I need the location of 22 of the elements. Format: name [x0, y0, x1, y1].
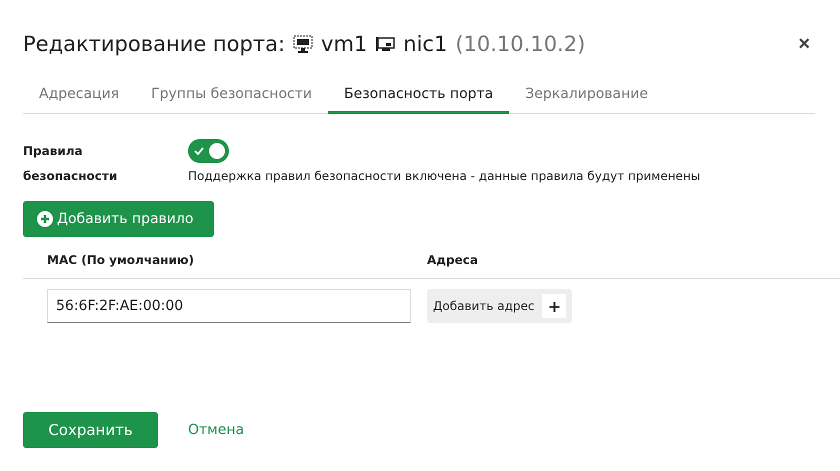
tab[interactable]: Группы безопасности — [135, 78, 328, 114]
tab[interactable]: Адресация — [23, 78, 136, 114]
monitor-icon — [293, 35, 314, 53]
column-header: Адреса — [427, 253, 478, 269]
tab[interactable]: Зеркалирование — [509, 78, 664, 114]
plus-circle-icon — [37, 211, 53, 227]
add-rule-button[interactable]: Добавить правило — [23, 201, 214, 237]
add-address-button[interactable]: Добавить адрес + — [427, 289, 572, 323]
check-icon — [194, 146, 204, 156]
ip-address: (10.10.10.2) — [455, 32, 586, 56]
network-card-icon — [375, 36, 396, 52]
dialog-title: Редактирование порта: — [23, 32, 286, 56]
column-header: MAC (По умолчанию) — [47, 253, 196, 269]
tab[interactable]: Безопасность порта — [328, 78, 510, 114]
vm-name: vm1 — [321, 32, 368, 56]
toggle-switch[interactable] — [188, 139, 229, 163]
save-button[interactable]: Сохранить — [23, 412, 158, 448]
cancel-link[interactable]: Отмена — [182, 421, 250, 439]
nic-name: nic1 — [403, 32, 448, 56]
mac-field[interactable]: 56:6F:2F:AE:00:00 — [47, 289, 411, 323]
security-description: Поддержка правил безопасности включена - данные правила будут применены — [188, 169, 700, 183]
close-button[interactable]: × — [798, 32, 810, 56]
